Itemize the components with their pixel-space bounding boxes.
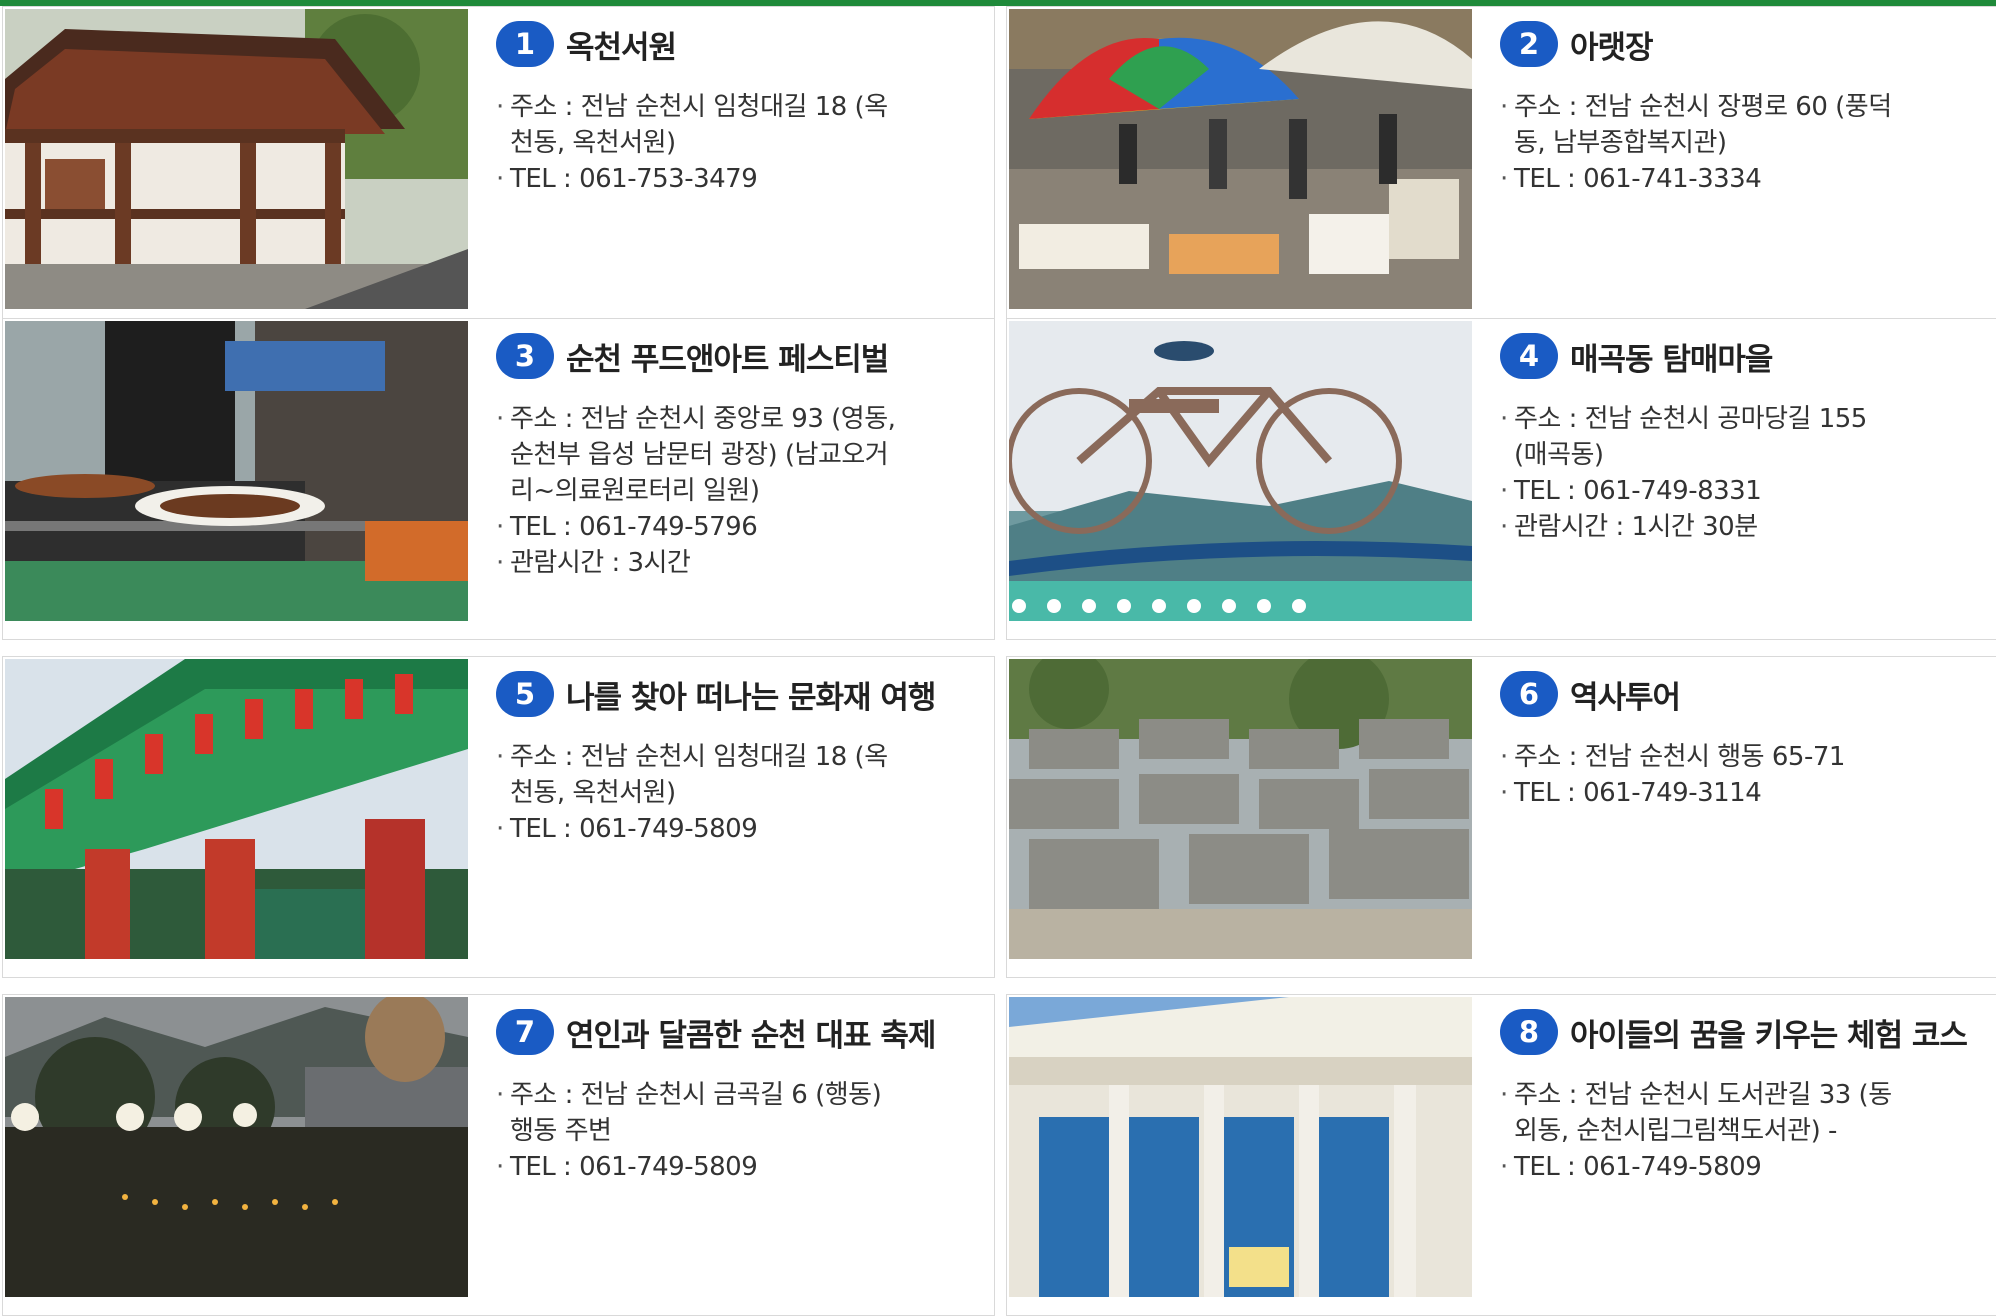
place-card-1[interactable]: 1 옥천서원 주소 : 전남 순천시 임청대길 18 (옥 천동, 옥천서원) … [2, 6, 995, 328]
place-info: 1 옥천서원 주소 : 전남 순천시 임청대길 18 (옥 천동, 옥천서원) … [496, 19, 976, 197]
place-info: 5 나를 찾아 떠나는 문화재 여행 주소 : 전남 순천시 임청대길 18 (… [496, 669, 976, 847]
phone-text: TEL : 061-741-3334 [1500, 161, 1980, 197]
number-badge: 8 [1500, 1009, 1558, 1055]
phone-text: TEL : 061-749-3114 [1500, 775, 1980, 811]
address-text: 주소 : 전남 순천시 장평로 60 (풍덕 동, 남부종합복지관) [1500, 89, 1980, 161]
place-title[interactable]: 옥천서원 [566, 22, 677, 67]
phone-text: TEL : 061-753-3479 [496, 161, 976, 197]
library-building-photo [1009, 997, 1472, 1297]
viewing-time-text: 관람시간 : 3시간 [496, 545, 976, 581]
night-lantern-park-photo [5, 997, 468, 1297]
place-title[interactable]: 나를 찾아 떠나는 문화재 여행 [566, 672, 936, 717]
address-text: 주소 : 전남 순천시 도서관길 33 (동 외동, 순천시립그림책도서관) - [1500, 1077, 1980, 1149]
address-text: 주소 : 전남 순천시 행동 65-71 [1500, 739, 1980, 775]
place-details: 주소 : 전남 순천시 행동 65-71 TEL : 061-749-3114 [1500, 739, 1980, 811]
place-info: 3 순천 푸드앤아트 페스티벌 주소 : 전남 순천시 중앙로 93 (영동, … [496, 331, 976, 581]
place-info: 4 매곡동 탐매마을 주소 : 전남 순천시 공마당길 155 (매곡동) TE… [1500, 331, 1980, 545]
number-badge: 1 [496, 21, 554, 67]
place-card-3[interactable]: 3 순천 푸드앤아트 페스티벌 주소 : 전남 순천시 중앙로 93 (영동, … [2, 318, 995, 640]
place-info: 2 아랫장 주소 : 전남 순천시 장평로 60 (풍덕 동, 남부종합복지관)… [1500, 19, 1980, 197]
number-badge: 5 [496, 671, 554, 717]
address-text: 주소 : 전남 순천시 임청대길 18 (옥 천동, 옥천서원) [496, 739, 976, 811]
number-badge: 4 [1500, 333, 1558, 379]
phone-text: TEL : 061-749-5809 [496, 1149, 976, 1185]
address-text: 주소 : 전남 순천시 임청대길 18 (옥 천동, 옥천서원) [496, 89, 976, 161]
bicycle-sculpture-photo [1009, 321, 1472, 621]
place-card-8[interactable]: 8 아이들의 꿈을 키우는 체험 코스 주소 : 전남 순천시 도서관길 33 … [1006, 994, 1996, 1316]
old-village-set-photo [1009, 659, 1472, 959]
place-title[interactable]: 아랫장 [1570, 22, 1654, 67]
place-title[interactable]: 역사투어 [1570, 672, 1681, 717]
place-details: 주소 : 전남 순천시 도서관길 33 (동 외동, 순천시립그림책도서관) -… [1500, 1077, 1980, 1185]
place-details: 주소 : 전남 순천시 임청대길 18 (옥 천동, 옥천서원) TEL : 0… [496, 89, 976, 197]
place-title[interactable]: 아이들의 꿈을 키우는 체험 코스 [1570, 1010, 1968, 1055]
address-text: 주소 : 전남 순천시 공마당길 155 (매곡동) [1500, 401, 1980, 473]
address-text: 주소 : 전남 순천시 금곡길 6 (행동) 행동 주변 [496, 1077, 976, 1149]
place-card-7[interactable]: 7 연인과 달콤한 순천 대표 축제 주소 : 전남 순천시 금곡길 6 (행동… [2, 994, 995, 1316]
place-info: 8 아이들의 꿈을 키우는 체험 코스 주소 : 전남 순천시 도서관길 33 … [1500, 1007, 1980, 1185]
place-details: 주소 : 전남 순천시 중앙로 93 (영동, 순천부 읍성 남문터 광장) (… [496, 401, 976, 581]
place-details: 주소 : 전남 순천시 금곡길 6 (행동) 행동 주변 TEL : 061-7… [496, 1077, 976, 1185]
phone-text: TEL : 061-749-5796 [496, 509, 976, 545]
number-badge: 7 [496, 1009, 554, 1055]
number-badge: 2 [1500, 21, 1558, 67]
place-card-6[interactable]: 6 역사투어 주소 : 전남 순천시 행동 65-71 TEL : 061-74… [1006, 656, 1996, 978]
phone-text: TEL : 061-749-8331 [1500, 473, 1980, 509]
place-card-2[interactable]: 2 아랫장 주소 : 전남 순천시 장평로 60 (풍덕 동, 남부종합복지관)… [1006, 6, 1996, 328]
number-badge: 6 [1500, 671, 1558, 717]
place-details: 주소 : 전남 순천시 장평로 60 (풍덕 동, 남부종합복지관) TEL :… [1500, 89, 1980, 197]
place-card-4[interactable]: 4 매곡동 탐매마을 주소 : 전남 순천시 공마당길 155 (매곡동) TE… [1006, 318, 1996, 640]
place-details: 주소 : 전남 순천시 공마당길 155 (매곡동) TEL : 061-749… [1500, 401, 1980, 545]
place-card-5[interactable]: 5 나를 찾아 떠나는 문화재 여행 주소 : 전남 순천시 임청대길 18 (… [2, 656, 995, 978]
viewing-time-text: 관람시간 : 1시간 30분 [1500, 509, 1980, 545]
phone-text: TEL : 061-749-5809 [1500, 1149, 1980, 1185]
address-text: 주소 : 전남 순천시 중앙로 93 (영동, 순천부 읍성 남문터 광장) (… [496, 401, 976, 509]
phone-text: TEL : 061-749-5809 [496, 811, 976, 847]
number-badge: 3 [496, 333, 554, 379]
place-title[interactable]: 매곡동 탐매마을 [1570, 334, 1773, 379]
hanok-building-photo [5, 9, 468, 309]
place-title[interactable]: 연인과 달콤한 순천 대표 축제 [566, 1010, 936, 1055]
place-info: 7 연인과 달콤한 순천 대표 축제 주소 : 전남 순천시 금곡길 6 (행동… [496, 1007, 976, 1185]
place-title[interactable]: 순천 푸드앤아트 페스티벌 [566, 334, 889, 379]
market-umbrella-photo [1009, 9, 1472, 309]
dancheong-eaves-photo [5, 659, 468, 959]
place-details: 주소 : 전남 순천시 임청대길 18 (옥 천동, 옥천서원) TEL : 0… [496, 739, 976, 847]
grill-festival-photo [5, 321, 468, 621]
place-info: 6 역사투어 주소 : 전남 순천시 행동 65-71 TEL : 061-74… [1500, 669, 1980, 811]
